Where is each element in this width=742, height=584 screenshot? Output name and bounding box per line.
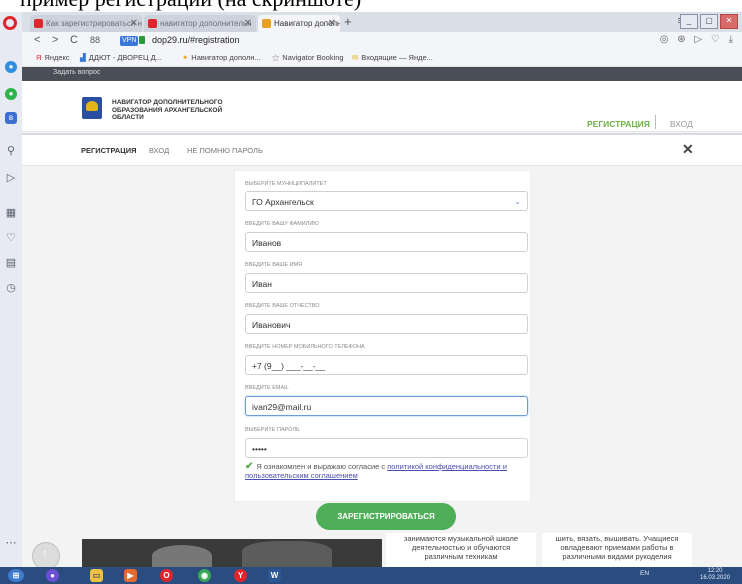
language-indicator[interactable]: EN	[640, 570, 649, 577]
info-card: занимаются музыкальной школе деятельност…	[386, 533, 536, 567]
top-strip: Задать вопрос	[22, 67, 742, 81]
scroll-top-button[interactable]: ↑	[32, 542, 60, 567]
bookmark-item[interactable]: ✉ Входящие — Янде...	[352, 53, 433, 62]
speed-dial-button[interactable]: 88	[90, 35, 100, 45]
url-field[interactable]: dop29.ru/#registration	[152, 35, 240, 45]
password-field[interactable]: •••••	[245, 438, 528, 458]
tab-forgot-password[interactable]: НЕ ПОМНЮ ПАРОЛЬ	[187, 146, 263, 155]
agreement-text: Я ознакомлен и выражаю согласие с	[256, 462, 388, 471]
opera-taskbar-icon[interactable]: O	[160, 569, 173, 582]
whatsapp-icon[interactable]: ●	[5, 88, 17, 100]
form-tabs: РЕГИСТРАЦИЯ ВХОД НЕ ПОМНЮ ПАРОЛЬ ✕	[22, 133, 742, 166]
news-icon[interactable]: ▤	[5, 257, 17, 269]
login-link[interactable]: ВХОД	[670, 119, 693, 129]
bookmark-item[interactable]: Я Яндекс	[36, 53, 70, 62]
phone-field[interactable]: +7 (9__) ___-__-__	[245, 355, 528, 375]
close-window-button[interactable]: ✕	[720, 14, 738, 29]
ask-question-link[interactable]: Задать вопрос	[53, 69, 100, 76]
municipality-select[interactable]: ГО Архангельск ⌄	[245, 191, 528, 211]
yandex-favicon-icon	[148, 19, 157, 28]
window-controls: _ ▢ ✕	[680, 14, 738, 29]
register-link[interactable]: РЕГИСТРАЦИЯ	[587, 119, 650, 129]
agreement: ✔ Я ознакомлен и выражаю согласие с полит…	[245, 462, 530, 481]
alice-icon[interactable]: ●	[46, 569, 59, 582]
bookmark-item[interactable]: ⚝ Navigator Booking	[272, 53, 344, 63]
email-field[interactable]: ivan29@mail.ru	[245, 396, 528, 416]
info-card: шить, вязать, вышивать. Учащиеся овладев…	[542, 533, 692, 567]
site-logo[interactable]	[82, 97, 102, 119]
patronymic-label: ВВЕДИТЕ ВАШЕ ОТЧЕСТВО	[245, 303, 320, 309]
media-player-icon[interactable]: ▶	[124, 569, 137, 582]
surname-label: ВВЕДИТЕ ВАШУ ФАМИЛИЮ	[245, 221, 319, 227]
surname-field[interactable]: Иванов	[245, 232, 528, 252]
tab-register[interactable]: РЕГИСТРАЦИЯ	[81, 146, 136, 155]
bookmark-item[interactable]: ▟ ДДЮТ - ДВОРЕЦ Д...	[80, 53, 162, 62]
start-button[interactable]: ⊞	[8, 569, 24, 582]
chrome-icon[interactable]: ◉	[198, 569, 211, 582]
forward-button[interactable]: >	[52, 34, 58, 46]
web-page: Задать вопрос НАВИГАТОР ДОПОЛНИТЕЛЬНОГО …	[22, 67, 742, 567]
lock-icon[interactable]	[139, 36, 145, 44]
search-icon[interactable]: ⚲	[5, 145, 17, 157]
close-icon[interactable]: ✕	[682, 141, 694, 158]
yandex-icon: Я	[36, 53, 42, 62]
address-bar: < > C 88 VPN dop29.ru/#registration ◎ ⊛ …	[22, 32, 742, 50]
taskbar: ⊞ ● ▭ ▶ O ◉ Y W EN 12:20 16.03.2020	[0, 567, 742, 584]
yandex-browser-icon[interactable]: Y	[234, 569, 247, 582]
more-icon[interactable]: ⋯	[5, 537, 17, 549]
navigator-icon: ✦	[182, 53, 189, 62]
mail-icon: ✉	[352, 53, 359, 62]
speed-dial-icon[interactable]: ▦	[5, 207, 17, 219]
name-field[interactable]: Иван	[245, 273, 528, 293]
tab-item-active[interactable]: Навигатор дополнительн ✕	[258, 15, 340, 32]
chevron-down-icon: ⌄	[514, 197, 521, 206]
navigator-booking-icon: ⚝	[272, 53, 280, 62]
tab-login[interactable]: ВХОД	[149, 146, 169, 155]
vk-icon[interactable]: в	[5, 112, 17, 124]
new-tab-icon[interactable]: +	[344, 14, 352, 29]
send-icon[interactable]: ▷	[5, 172, 17, 184]
heart-icon[interactable]: ♡	[5, 232, 17, 244]
tab-bar: Как зарегистрироваться н ✕ навигатор доп…	[22, 12, 742, 32]
site-header: НАВИГАТОР ДОПОЛНИТЕЛЬНОГО ОБРАЗОВАНИЯ АР…	[22, 81, 742, 132]
explorer-icon[interactable]: ▭	[90, 569, 103, 582]
municipality-label: ВЫБЕРИТЕ МУНИЦИПАЛИТЕТ	[245, 181, 327, 187]
navigator-favicon-icon	[262, 19, 271, 28]
register-button[interactable]: ЗАРЕГИСТРИРОВАТЬСЯ	[316, 503, 456, 530]
name-label: ВВЕДИТЕ ВАШЕ ИМЯ	[245, 262, 303, 268]
password-label: ВЫБЕРИТЕ ПАРОЛЬ	[245, 427, 300, 433]
history-icon[interactable]: ◷	[5, 282, 17, 294]
clock[interactable]: 12:20 16.03.2020	[700, 568, 730, 582]
minimize-button[interactable]: _	[680, 14, 698, 29]
chart-icon: ▟	[80, 53, 86, 62]
vpn-badge[interactable]: VPN	[120, 36, 139, 46]
opera-favicon-icon	[34, 19, 43, 28]
registration-form: ВЫБЕРИТЕ МУНИЦИПАЛИТЕТ ГО Архангельск ⌄ …	[234, 170, 531, 502]
document-caption: пример регистрации (на скриншоте)	[0, 0, 742, 12]
messenger-icon[interactable]: ●	[5, 61, 17, 73]
arrow-up-icon: ↑	[42, 546, 48, 560]
bookmarks-bar: Я Яндекс ▟ ДДЮТ - ДВОРЕЦ Д... ✦ Навигатор д…	[22, 50, 742, 67]
opera-logo-icon[interactable]	[3, 16, 17, 30]
back-button[interactable]: <	[34, 34, 40, 46]
maximize-button[interactable]: ▢	[700, 14, 718, 29]
close-tab-icon[interactable]: ✕	[130, 15, 138, 32]
word-icon[interactable]: W	[268, 569, 281, 582]
tab-item[interactable]: навигатор дополнительн ✕	[144, 15, 256, 32]
toolbar-icons[interactable]: ◎ ⊛ ▷ ♡ ⤓	[660, 34, 736, 45]
close-tab-icon[interactable]: ✕	[244, 15, 252, 32]
email-label: ВВЕДИТЕ EMAIL	[245, 385, 289, 391]
background-photo	[82, 539, 382, 567]
bookmark-item[interactable]: ✦ Навигатор дополн...	[182, 53, 261, 62]
patronymic-field[interactable]: Иванович	[245, 314, 528, 334]
close-tab-icon[interactable]: ✕	[328, 15, 336, 32]
reload-button[interactable]: C	[70, 34, 78, 46]
tab-item[interactable]: Как зарегистрироваться н ✕	[30, 15, 142, 32]
site-title[interactable]: НАВИГАТОР ДОПОЛНИТЕЛЬНОГО ОБРАЗОВАНИЯ АР…	[112, 99, 223, 122]
browser-sidebar: ● ● в ⚲ ▷ ▦ ♡ ▤ ◷ ⋯	[0, 12, 23, 567]
phone-label: ВВЕДИТЕ НОМЕР МОБИЛЬНОГО ТЕЛЕФОНА	[245, 344, 365, 350]
divider	[655, 115, 656, 129]
